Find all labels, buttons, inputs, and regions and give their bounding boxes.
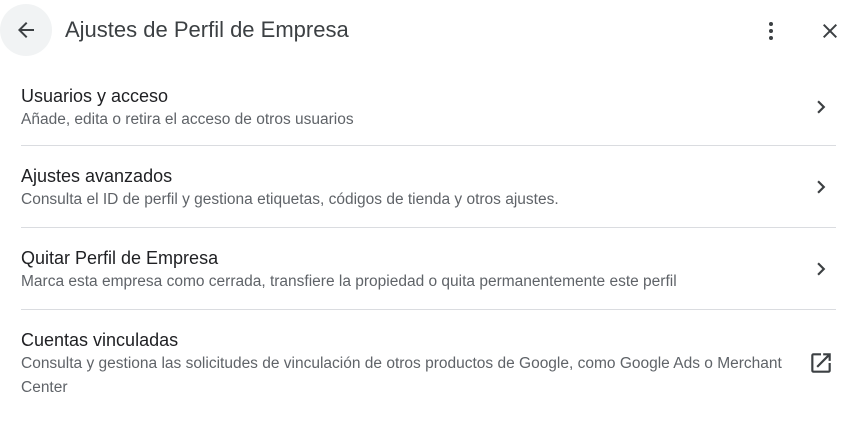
back-button[interactable] <box>0 4 52 56</box>
page-title: Ajustes de Perfil de Empresa <box>65 17 349 42</box>
settings-item-title: Ajustes avanzados <box>21 166 173 186</box>
chevron-right-icon <box>808 94 834 120</box>
more-vert-icon <box>769 22 773 40</box>
settings-list: Usuarios y acceso Añade, edita o retira … <box>0 68 850 420</box>
chevron-right-icon <box>808 256 834 282</box>
more-options-button[interactable] <box>755 15 787 47</box>
chevron-right-icon <box>808 174 834 200</box>
settings-item-subtitle: Marca esta empresa como cerrada, transfi… <box>21 273 677 290</box>
settings-item-users-access[interactable]: Usuarios y acceso Añade, edita o retira … <box>21 68 836 146</box>
settings-item-text: Quitar Perfil de Empresa Marca esta empr… <box>21 228 836 294</box>
settings-item-text: Usuarios y acceso Añade, edita o retira … <box>21 68 836 132</box>
settings-item-subtitle: Añade, edita o retira el acceso de otros… <box>21 111 354 128</box>
close-button[interactable] <box>814 15 846 47</box>
arrow-back-icon <box>18 22 34 38</box>
settings-item-subtitle: Consulta el ID de perfil y gestiona etiq… <box>21 191 559 208</box>
business-profile-settings-page: Ajustes de Perfil de Empresa Usuarios y … <box>0 0 850 431</box>
settings-item-text: Ajustes avanzados Consulta el ID de perf… <box>21 146 836 212</box>
settings-item-linked-accounts[interactable]: Cuentas vinculadas Consulta y gestiona l… <box>21 310 836 420</box>
settings-item-text: Cuentas vinculadas Consulta y gestiona l… <box>21 310 833 400</box>
settings-item-title: Cuentas vinculadas <box>21 330 179 350</box>
settings-item-advanced[interactable]: Ajustes avanzados Consulta el ID de perf… <box>21 146 836 228</box>
close-icon <box>823 24 837 38</box>
settings-item-remove-profile[interactable]: Quitar Perfil de Empresa Marca esta empr… <box>21 228 836 310</box>
open-in-new-icon <box>808 350 834 376</box>
settings-item-subtitle: Consulta y gestiona las solicitudes de v… <box>21 355 782 396</box>
settings-item-title: Quitar Perfil de Empresa <box>21 248 219 268</box>
header: Ajustes de Perfil de Empresa <box>0 0 850 62</box>
settings-item-title: Usuarios y acceso <box>21 86 169 106</box>
